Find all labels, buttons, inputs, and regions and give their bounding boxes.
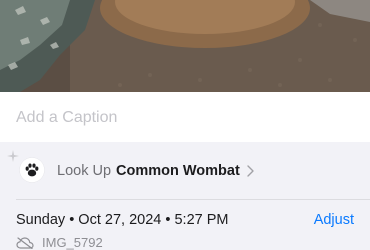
cloud-off-icon [16, 236, 34, 249]
caption-input[interactable] [16, 107, 346, 129]
file-info: IMG_5792 [16, 235, 103, 250]
lookup-subject: Common Wombat [116, 163, 240, 179]
photo-date: Sunday • Oct 27, 2024 • 5:27 PM [16, 212, 229, 228]
photo-preview[interactable] [0, 0, 370, 92]
sparkle-icon [7, 150, 19, 162]
lookup-prefix: Look Up [57, 163, 112, 179]
paw-icon [19, 157, 45, 183]
adjust-button[interactable]: Adjust [314, 212, 354, 228]
lookup-link[interactable]: Look Up Common Wombat [57, 162, 254, 180]
file-name: IMG_5792 [42, 235, 103, 250]
photo-image [0, 0, 370, 92]
caption-section [0, 92, 370, 142]
chevron-right-icon [247, 165, 254, 177]
